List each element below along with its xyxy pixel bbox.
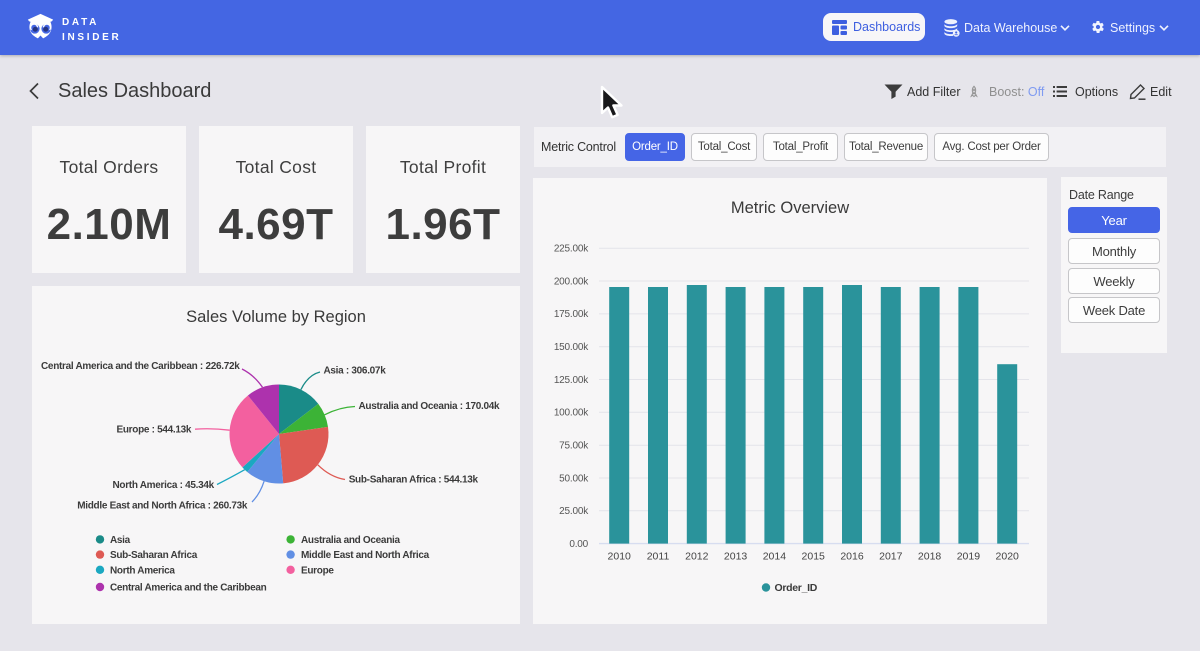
svg-text:150.00k: 150.00k	[554, 342, 589, 353]
svg-text:200.00k: 200.00k	[554, 276, 589, 287]
svg-text:Europe : 544.13k: Europe : 544.13k	[117, 425, 192, 436]
svg-text:25.00k: 25.00k	[559, 506, 589, 517]
svg-text:2016: 2016	[840, 551, 864, 563]
svg-text:North America: North America	[110, 565, 175, 576]
svg-text:2020: 2020	[996, 551, 1020, 563]
svg-text:2013: 2013	[724, 551, 748, 563]
svg-text:Asia: Asia	[110, 535, 131, 546]
svg-text:Central America and the Caribb: Central America and the Caribbean	[110, 583, 267, 594]
svg-text:2015: 2015	[802, 551, 826, 563]
svg-text:0.00: 0.00	[569, 539, 588, 550]
svg-text:2014: 2014	[763, 551, 787, 563]
svg-text:Sub-Saharan Africa: Sub-Saharan Africa	[110, 550, 198, 561]
svg-text:175.00k: 175.00k	[554, 309, 589, 320]
svg-text:Sub-Saharan Africa : 544.13k: Sub-Saharan Africa : 544.13k	[349, 475, 479, 486]
svg-text:2010: 2010	[608, 551, 632, 563]
svg-text:2011: 2011	[647, 551, 670, 563]
svg-text:50.00k: 50.00k	[559, 473, 589, 484]
svg-text:North America : 45.34k: North America : 45.34k	[112, 480, 214, 491]
svg-text:75.00k: 75.00k	[559, 441, 589, 452]
svg-text:Australia and Oceania : 170.04: Australia and Oceania : 170.04k	[359, 401, 501, 412]
svg-text:Australia and Oceania: Australia and Oceania	[301, 535, 400, 546]
svg-text:Central America and the Caribb: Central America and the Caribbean : 226.…	[41, 361, 240, 372]
svg-text:2019: 2019	[957, 551, 981, 563]
svg-text:Europe: Europe	[301, 565, 334, 576]
svg-text:Asia : 306.07k: Asia : 306.07k	[324, 366, 387, 377]
svg-text:2012: 2012	[685, 551, 709, 563]
svg-text:Order_ID: Order_ID	[775, 582, 818, 594]
svg-text:Middle East and North Africa: Middle East and North Africa	[301, 550, 430, 561]
svg-text:125.00k: 125.00k	[554, 375, 589, 386]
svg-text:100.00k: 100.00k	[554, 408, 589, 419]
svg-text:2017: 2017	[879, 551, 903, 563]
svg-text:225.00k: 225.00k	[554, 244, 589, 255]
svg-text:Middle East and North Africa :: Middle East and North Africa : 260.73k	[77, 501, 248, 512]
svg-text:2018: 2018	[918, 551, 942, 563]
